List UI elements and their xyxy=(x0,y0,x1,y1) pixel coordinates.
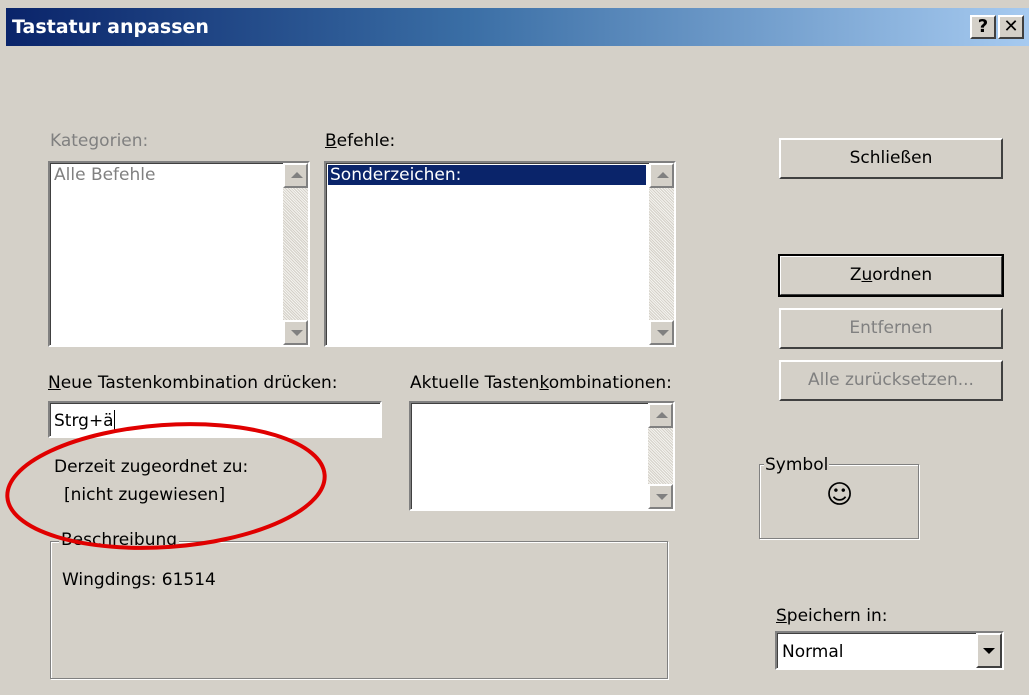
annotation-overlay xyxy=(5,422,327,550)
annotation-circle xyxy=(5,422,327,550)
